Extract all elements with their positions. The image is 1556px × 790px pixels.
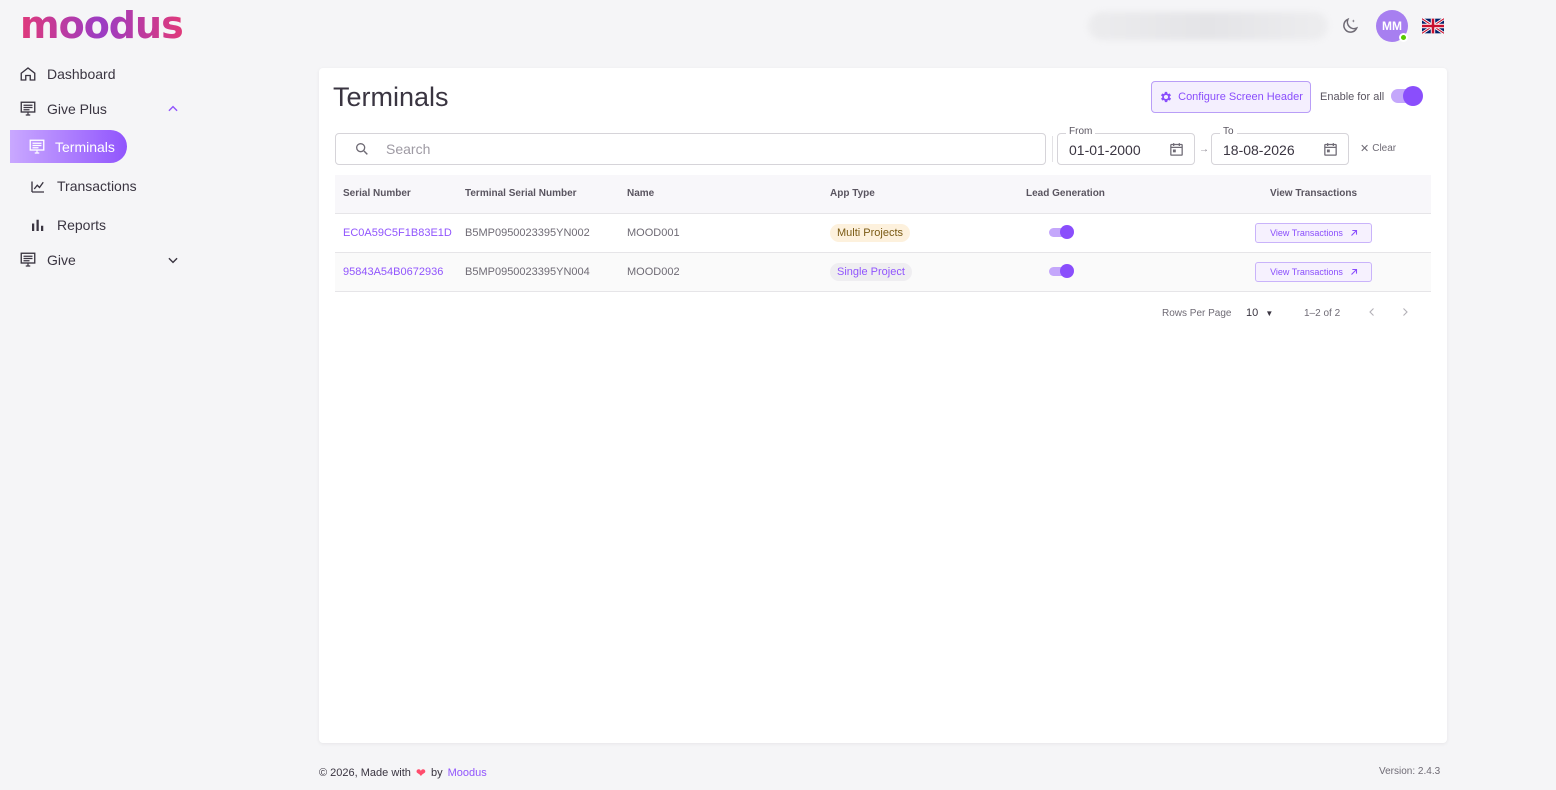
column-header-serial-number[interactable]: Serial Number <box>335 175 457 214</box>
name-cell: MOOD002 <box>619 252 822 292</box>
sidebar-item-terminals[interactable]: Terminals <box>10 130 127 163</box>
arrow-up-right-icon <box>1351 268 1357 275</box>
column-header-name[interactable]: Name <box>619 175 822 214</box>
sidebar-item-give-plus[interactable]: Give Plus <box>19 100 107 118</box>
moodus-logo: moodus <box>20 10 184 42</box>
column-header-app-type[interactable]: App Type <box>822 175 1018 214</box>
terminal-serial-cell: B5MP0950023395YN004 <box>457 252 619 292</box>
view-transactions-label: View Transactions <box>1270 227 1343 238</box>
serial-number-link[interactable]: 95843A54B0672936 <box>335 252 457 292</box>
calendar-icon[interactable] <box>1168 141 1185 158</box>
terminals-table: Serial Number Terminal Serial Number Nam… <box>335 175 1431 292</box>
monitor-icon <box>29 139 45 154</box>
column-header-view-transactions[interactable]: View Transactions <box>1196 175 1431 214</box>
enable-for-all-label: Enable for all <box>1320 91 1385 103</box>
table-header-row: Serial Number Terminal Serial Number Nam… <box>335 175 1431 214</box>
date-to-label: To <box>1220 126 1237 137</box>
sidebar-item-label: Terminals <box>55 138 115 155</box>
chevron-up-icon[interactable] <box>166 102 180 116</box>
heart-icon: ❤ <box>415 766 426 780</box>
page-title: Terminals <box>333 82 449 112</box>
lead-generation-toggle[interactable] <box>1049 264 1074 279</box>
lead-generation-toggle[interactable] <box>1049 225 1074 240</box>
chevron-left-icon[interactable] <box>1366 306 1378 318</box>
caret-down-icon: ▼ <box>1265 309 1274 318</box>
gear-icon <box>1161 91 1172 103</box>
view-transactions-cell: View Transactions <box>1196 213 1431 253</box>
close-icon: ✕ <box>1360 143 1370 155</box>
app-type-cell: Multi Projects <box>822 213 1018 253</box>
app-type-badge: Multi Projects <box>830 223 911 242</box>
rows-per-page-select[interactable]: 10 ▼ <box>1246 307 1273 319</box>
chevron-right-icon[interactable] <box>1399 306 1411 318</box>
sidebar-item-dashboard[interactable]: Dashboard <box>19 65 116 83</box>
filter-divider <box>1052 136 1053 162</box>
column-header-lead-generation[interactable]: Lead Generation <box>1018 175 1196 214</box>
footer-credit: © 2026, Made with ❤ by Moodus <box>319 766 487 780</box>
name-cell: MOOD001 <box>619 213 822 253</box>
configure-button-label: Configure Screen Header <box>1178 91 1303 103</box>
footer-prefix: © 2026, Made with <box>319 767 411 779</box>
view-transactions-cell: View Transactions <box>1196 252 1431 292</box>
online-status-dot <box>1399 33 1408 42</box>
monitor-icon <box>20 252 36 267</box>
footer-brand-link[interactable]: Moodus <box>448 767 487 779</box>
lead-generation-cell <box>1018 252 1196 292</box>
pagination-range: 1–2 of 2 <box>1304 308 1341 319</box>
date-to-field[interactable]: To 18-08-2026 <box>1211 126 1349 165</box>
table-row: 95843A54B0672936 B5MP0950023395YN004 MOO… <box>335 252 1431 292</box>
svg-text:moodus: moodus <box>20 10 183 42</box>
clear-label: Clear <box>1372 143 1397 154</box>
home-icon <box>20 67 36 81</box>
clear-dates-button[interactable]: ✕ Clear <box>1360 142 1396 155</box>
app-type-badge: Single Project <box>830 262 912 281</box>
app-type-cell: Single Project <box>822 252 1018 292</box>
sidebar-item-label: Give Plus <box>47 101 107 117</box>
calendar-icon[interactable] <box>1322 141 1339 158</box>
view-transactions-button[interactable]: View Transactions <box>1255 222 1372 243</box>
blurred-header-field <box>1088 12 1328 40</box>
date-from-label: From <box>1066 126 1096 137</box>
user-avatar[interactable]: MM <box>1376 10 1408 42</box>
sidebar-item-transactions[interactable]: Transactions <box>29 177 137 195</box>
rows-per-page-value: 10 <box>1246 307 1259 319</box>
sidebar-item-label: Give <box>47 252 76 268</box>
lead-generation-cell <box>1018 213 1196 253</box>
bar-chart-icon <box>32 219 44 231</box>
terminal-serial-cell: B5MP0950023395YN002 <box>457 213 619 253</box>
chart-icon <box>31 181 44 193</box>
date-from-field[interactable]: From 01-01-2000 <box>1057 126 1195 165</box>
search-box[interactable] <box>335 133 1046 165</box>
footer-by: by <box>430 767 443 779</box>
dark-mode-moon-icon[interactable] <box>1340 16 1360 36</box>
search-input[interactable] <box>386 141 986 157</box>
sidebar-item-reports[interactable]: Reports <box>29 216 106 234</box>
sidebar-item-give[interactable]: Give <box>19 251 76 269</box>
sidebar-item-label: Dashboard <box>47 66 116 82</box>
serial-number-link[interactable]: EC0A59C5F1B83E1D <box>335 213 457 253</box>
uk-flag-icon[interactable] <box>1422 18 1444 34</box>
avatar-initials: MM <box>1382 19 1402 33</box>
rows-per-page-label: Rows Per Page <box>1162 308 1232 319</box>
view-transactions-button[interactable]: View Transactions <box>1255 261 1372 282</box>
configure-screen-header-button[interactable]: Configure Screen Header <box>1151 81 1311 113</box>
chevron-down-icon[interactable] <box>166 253 180 267</box>
date-from-value: 01-01-2000 <box>1069 142 1141 158</box>
sidebar-item-label: Transactions <box>57 178 137 194</box>
date-range-arrow-icon: → <box>1199 144 1209 155</box>
column-header-terminal-serial[interactable]: Terminal Serial Number <box>457 175 619 214</box>
sidebar-item-label: Reports <box>57 217 107 233</box>
app-version: Version: 2.4.3 <box>1379 766 1441 777</box>
table-row: EC0A59C5F1B83E1D B5MP0950023395YN002 MOO… <box>335 213 1431 253</box>
terminals-card: Terminals Configure Screen Header Enable… <box>319 68 1447 743</box>
date-to-value: 18-08-2026 <box>1223 142 1295 158</box>
enable-for-all-toggle[interactable] <box>1391 86 1423 106</box>
view-transactions-label: View Transactions <box>1270 266 1343 277</box>
arrow-up-right-icon <box>1351 229 1357 236</box>
search-icon <box>356 143 368 155</box>
monitor-icon <box>20 101 36 116</box>
